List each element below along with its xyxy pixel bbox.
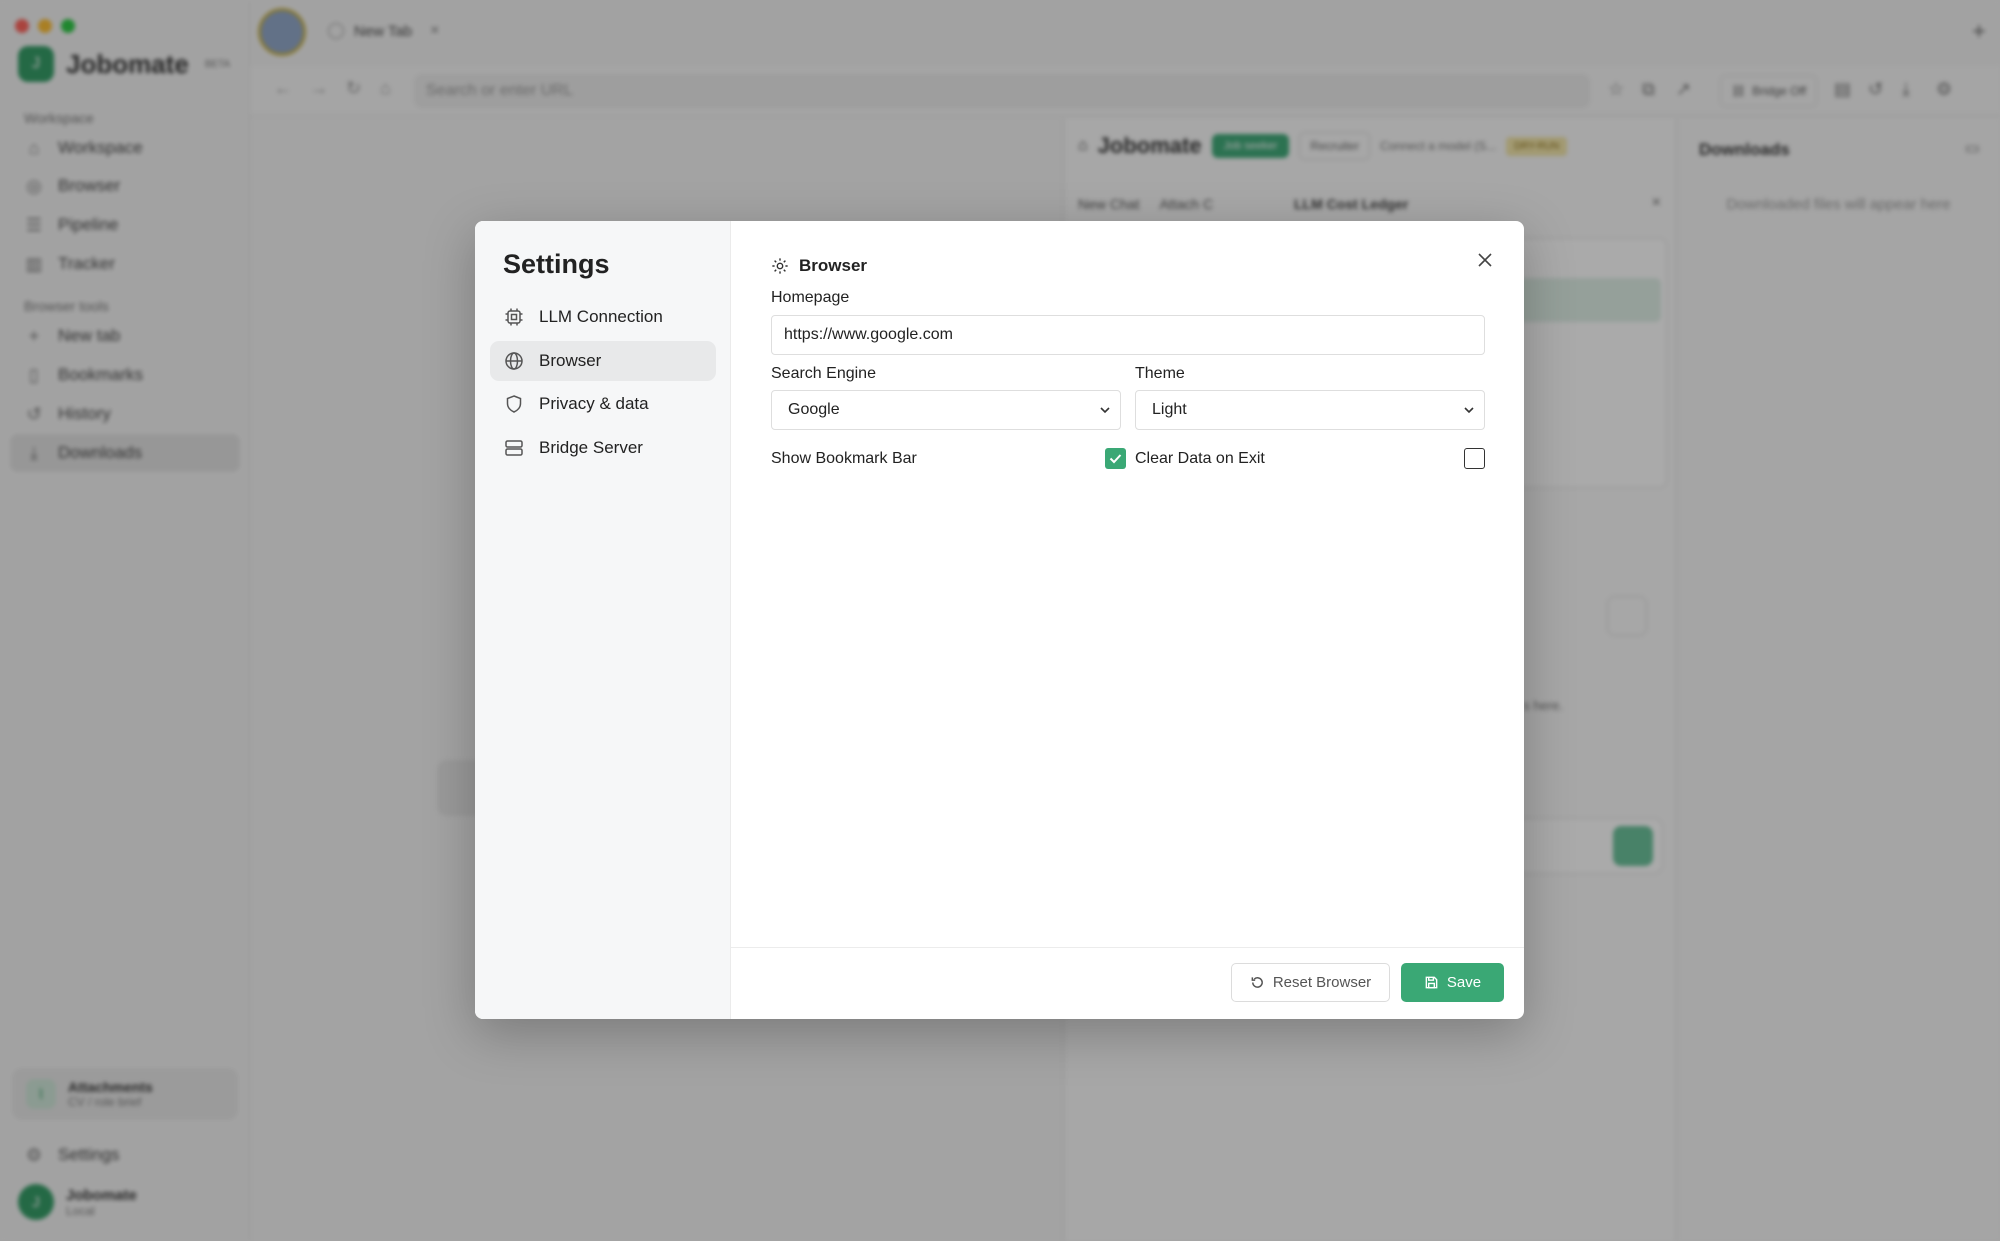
bookmark-bar-checkbox[interactable]: [1105, 448, 1126, 469]
chevron-down-icon: [1464, 407, 1474, 414]
settings-nav-llm-connection[interactable]: LLM Connection: [490, 297, 716, 337]
close-modal-button[interactable]: [1472, 247, 1498, 273]
homepage-label: Homepage: [771, 289, 850, 306]
server-icon: [503, 437, 525, 459]
clear-data-label: Clear Data on Exit: [1135, 450, 1265, 467]
save-label: Save: [1446, 974, 1482, 991]
bookmark-bar-label: Show Bookmark Bar: [771, 450, 917, 467]
homepage-input[interactable]: [771, 315, 1485, 355]
chevron-down-icon: [1100, 407, 1110, 414]
gear-icon: [772, 258, 788, 274]
settings-nav-label: LLM Connection: [539, 307, 663, 326]
clear-data-checkbox[interactable]: [1464, 448, 1485, 469]
settings-nav: Settings LLM Connection Browser Privacy …: [475, 221, 731, 1019]
section-heading: Browser: [771, 256, 867, 276]
chip-icon: [503, 306, 525, 328]
save-icon: [1425, 976, 1438, 989]
settings-nav-browser[interactable]: Browser: [490, 341, 716, 381]
save-button[interactable]: Save: [1401, 963, 1504, 1002]
search-engine-value: Google: [788, 401, 840, 418]
reset-browser-button[interactable]: Reset Browser: [1231, 963, 1390, 1002]
reset-browser-label: Reset Browser: [1272, 974, 1372, 991]
search-engine-label: Search Engine: [771, 365, 876, 382]
theme-select[interactable]: Light: [1135, 390, 1485, 430]
settings-title: Settings: [503, 249, 610, 279]
footer-divider: [731, 947, 1524, 948]
search-engine-select[interactable]: Google: [771, 390, 1121, 430]
theme-label: Theme: [1135, 365, 1185, 382]
theme-value: Light: [1152, 401, 1187, 418]
settings-modal: Settings LLM Connection Browser Privacy …: [475, 221, 1524, 1019]
settings-nav-label: Bridge Server: [539, 438, 643, 457]
shield-icon: [503, 393, 525, 415]
reset-icon: [1251, 977, 1263, 988]
settings-content: Browser Homepage Search Engine Google Th…: [731, 221, 1524, 1019]
globe-icon: [503, 350, 525, 372]
settings-nav-label: Browser: [539, 351, 602, 370]
settings-nav-privacy[interactable]: Privacy & data: [490, 384, 716, 424]
section-title: Browser: [799, 256, 868, 275]
settings-nav-bridge-server[interactable]: Bridge Server: [490, 428, 716, 468]
close-icon: [1478, 253, 1492, 267]
checkmark-icon: [1109, 454, 1122, 464]
settings-nav-label: Privacy & data: [539, 394, 649, 413]
